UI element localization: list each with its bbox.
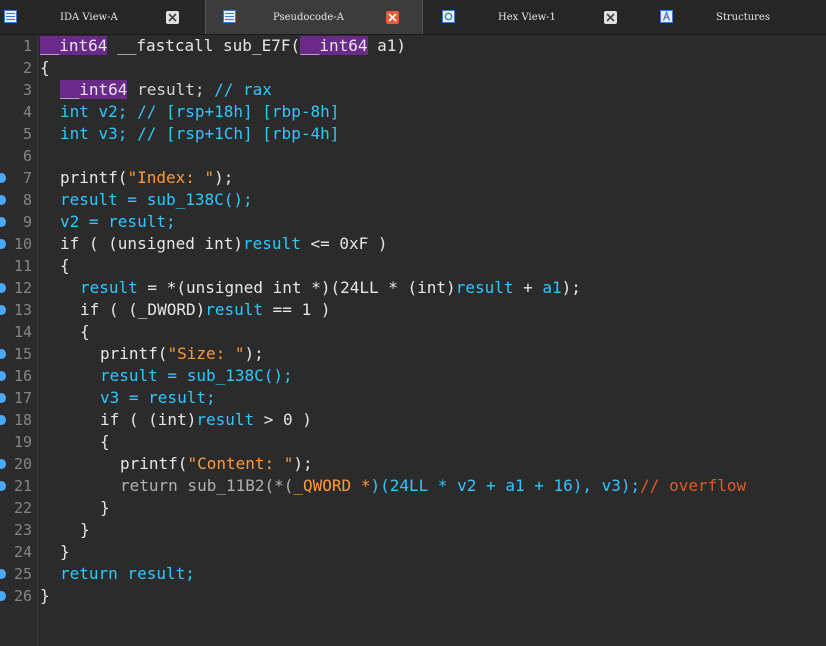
code-line[interactable]: 13 if ( (_DWORD)result == 1 ) — [0, 299, 826, 321]
code-text: { — [60, 256, 70, 275]
code-line[interactable]: 11 { — [0, 255, 826, 277]
code-text: if ( (_DWORD)result == 1 ) — [80, 300, 331, 319]
line-number: 17 — [13, 389, 32, 407]
code-text: { — [100, 432, 110, 451]
line-number: 24 — [13, 543, 32, 561]
code-line[interactable]: 18 if ( (int)result > 0 ) — [0, 409, 826, 431]
line-number: 26 — [13, 587, 32, 605]
code-line[interactable]: 1 __int64 __fastcall sub_E7F(__int64 a1) — [0, 35, 826, 57]
code-text: int v3; // [rsp+1Ch] [rbp-4h] — [60, 124, 340, 143]
hex-view-icon — [442, 10, 455, 23]
line-number: 22 — [13, 499, 32, 517]
code-text: result = sub_138C(); — [100, 366, 293, 385]
line-number: 3 — [22, 81, 32, 99]
code-line[interactable]: 6 — [0, 145, 826, 167]
code-line[interactable]: 7 printf("Index: "); — [0, 167, 826, 189]
code-line[interactable]: 22 } — [0, 497, 826, 519]
code-text: printf("Content: "); — [120, 454, 313, 473]
line-number: 6 — [22, 147, 32, 165]
close-icon[interactable] — [166, 11, 179, 24]
code-text: __int64 __fastcall sub_E7F(__int64 a1) — [40, 36, 407, 55]
code-line[interactable]: 21 return sub_11B2(*(_QWORD *)(24LL * v2… — [0, 475, 826, 497]
code-line[interactable]: 9 v2 = result; — [0, 211, 826, 233]
close-icon[interactable] — [386, 11, 399, 24]
code-text: if ( (unsigned int)result <= 0xF ) — [60, 234, 388, 253]
line-number: 1 — [22, 37, 32, 55]
line-number: 9 — [22, 213, 32, 231]
line-number: 21 — [13, 477, 32, 495]
line-number: 15 — [13, 345, 32, 363]
line-number: 23 — [13, 521, 32, 539]
code-line[interactable]: 3 __int64 result; // rax — [0, 79, 826, 101]
code-text: v3 = result; — [100, 388, 216, 407]
pseudocode-editor[interactable]: 1 __int64 __fastcall sub_E7F(__int64 a1)… — [0, 35, 826, 646]
code-line[interactable]: 2 { — [0, 57, 826, 79]
code-text: return sub_11B2(*(_QWORD *)(24LL * v2 + … — [120, 476, 747, 495]
ida-view-icon — [4, 10, 17, 23]
line-number: 14 — [13, 323, 32, 341]
pseudocode-icon — [223, 10, 236, 23]
code-text: { — [40, 58, 50, 77]
tab-hex-view[interactable]: Hex View-1 — [423, 0, 643, 34]
code-text: int v2; // [rsp+18h] [rbp-8h] — [60, 102, 340, 121]
tab-label: Structures — [716, 12, 770, 23]
code-text: } — [60, 542, 70, 561]
tab-bar: IDA View-A Pseudocode-A Hex View-1 Struc… — [0, 0, 826, 35]
line-number: 10 — [13, 235, 32, 253]
line-number: 18 — [13, 411, 32, 429]
tab-ida-view[interactable]: IDA View-A — [0, 0, 205, 34]
close-icon[interactable] — [604, 11, 617, 24]
code-line[interactable]: 5 int v3; // [rsp+1Ch] [rbp-4h] — [0, 123, 826, 145]
tab-label: Hex View-1 — [498, 12, 556, 23]
tab-label: IDA View-A — [60, 12, 118, 23]
code-text: } — [100, 498, 110, 517]
line-number: 11 — [13, 257, 32, 275]
code-text: } — [80, 520, 90, 539]
line-number: 13 — [13, 301, 32, 319]
code-line[interactable]: 10 if ( (unsigned int)result <= 0xF ) — [0, 233, 826, 255]
code-text: __int64 result; // rax — [60, 80, 272, 99]
line-number: 19 — [13, 433, 32, 451]
code-text: result = sub_138C(); — [60, 190, 253, 209]
code-text: if ( (int)result > 0 ) — [100, 410, 312, 429]
code-text: return result; — [60, 564, 195, 583]
code-line[interactable]: 15 printf("Size: "); — [0, 343, 826, 365]
code-text: v2 = result; — [60, 212, 176, 231]
line-number: 16 — [13, 367, 32, 385]
line-number: 25 — [13, 565, 32, 583]
code-line[interactable]: 24 } — [0, 541, 826, 563]
code-line[interactable]: 17 v3 = result; — [0, 387, 826, 409]
line-number: 5 — [22, 125, 32, 143]
code-text: result = *(unsigned int *)(24LL * (int)r… — [80, 278, 581, 297]
code-text: { — [80, 322, 90, 341]
code-line[interactable]: 14 { — [0, 321, 826, 343]
code-line[interactable]: 12 result = *(unsigned int *)(24LL * (in… — [0, 277, 826, 299]
tab-label: Pseudocode-A — [273, 12, 344, 23]
line-number: 8 — [22, 191, 32, 209]
code-line[interactable]: 16 result = sub_138C(); — [0, 365, 826, 387]
line-number: 2 — [22, 59, 32, 77]
line-number: 20 — [13, 455, 32, 473]
line-number: 7 — [22, 169, 32, 187]
code-line[interactable]: 8 result = sub_138C(); — [0, 189, 826, 211]
tab-structures[interactable]: Structures — [643, 0, 826, 34]
structures-icon — [660, 10, 673, 23]
code-line[interactable]: 20 printf("Content: "); — [0, 453, 826, 475]
line-number: 4 — [22, 103, 32, 121]
code-line[interactable]: 4 int v2; // [rsp+18h] [rbp-8h] — [0, 101, 826, 123]
code-text: printf("Index: "); — [60, 168, 234, 187]
code-line[interactable]: 25 return result; — [0, 563, 826, 585]
code-line[interactable]: 23 } — [0, 519, 826, 541]
code-text: } — [40, 586, 50, 605]
line-number: 12 — [13, 279, 32, 297]
code-text: printf("Size: "); — [100, 344, 264, 363]
code-line[interactable]: 26 } — [0, 585, 826, 607]
code-line[interactable]: 19 { — [0, 431, 826, 453]
tab-pseudocode[interactable]: Pseudocode-A — [205, 0, 423, 34]
